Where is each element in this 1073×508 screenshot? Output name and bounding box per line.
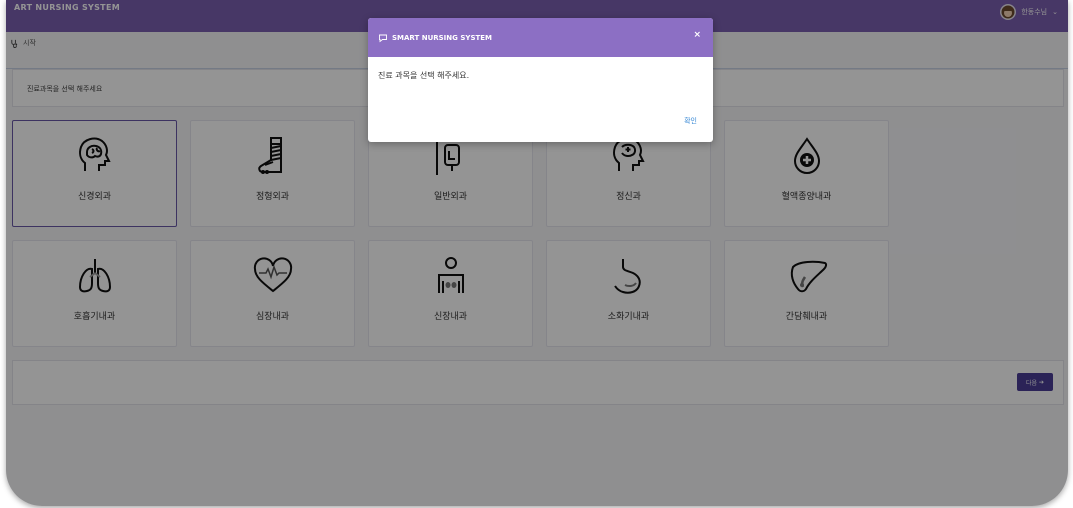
chat-bubble-icon — [378, 33, 388, 43]
close-icon[interactable]: × — [693, 30, 701, 40]
dialog-title: SMART NURSING SYSTEM — [392, 33, 493, 42]
dialog-header: SMART NURSING SYSTEM × — [368, 18, 713, 57]
alert-dialog: SMART NURSING SYSTEM × 진료 과목을 선택 해주세요. 확… — [368, 18, 713, 142]
confirm-button[interactable]: 확인 — [684, 116, 697, 126]
app-window: ART NURSING SYSTEM 한동수님 ⌄ 시작 진료과목을 선택 해주… — [6, 0, 1068, 506]
dialog-message: 진료 과목을 선택 해주세요. — [378, 71, 470, 80]
